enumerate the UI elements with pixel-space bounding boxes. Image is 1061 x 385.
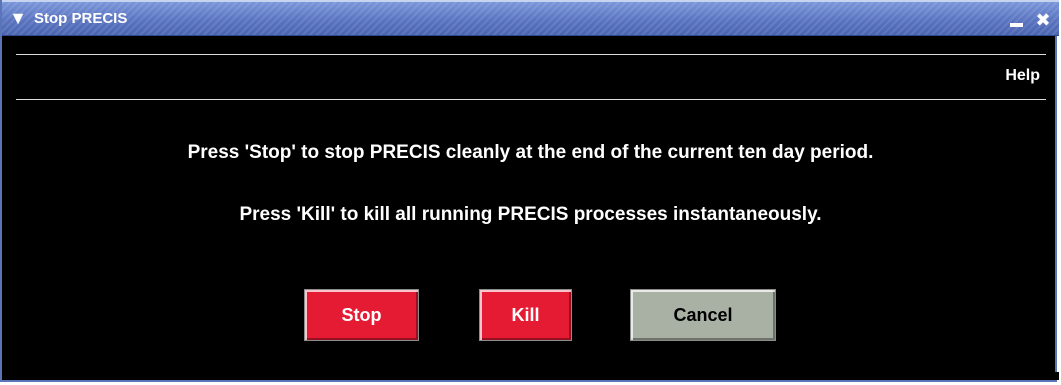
window-title: Stop PRECIS [34,10,128,27]
chevron-down-icon[interactable]: ▼ [8,8,28,28]
help-menu[interactable]: Help [1005,67,1040,85]
titlebar[interactable]: ▼ Stop PRECIS ✖ [2,0,1059,36]
stop-instruction-text: Press 'Stop' to stop PRECIS cleanly at t… [187,142,874,163]
cancel-button[interactable]: Cancel [630,289,776,341]
kill-button[interactable]: Kill [479,289,572,341]
stop-button[interactable]: Stop [304,289,419,341]
bottom-border [2,372,1059,380]
kill-instruction-text: Press 'Kill' to kill all running PRECIS … [239,204,822,225]
minimize-icon[interactable] [1006,10,1026,30]
menubar: Help [16,54,1046,100]
close-icon[interactable]: ✖ [1033,10,1053,30]
button-row: Stop Kill Cancel [2,289,1059,343]
stop-precis-window: ▼ Stop PRECIS ✖ Help Press 'Stop' to sto… [0,0,1059,382]
